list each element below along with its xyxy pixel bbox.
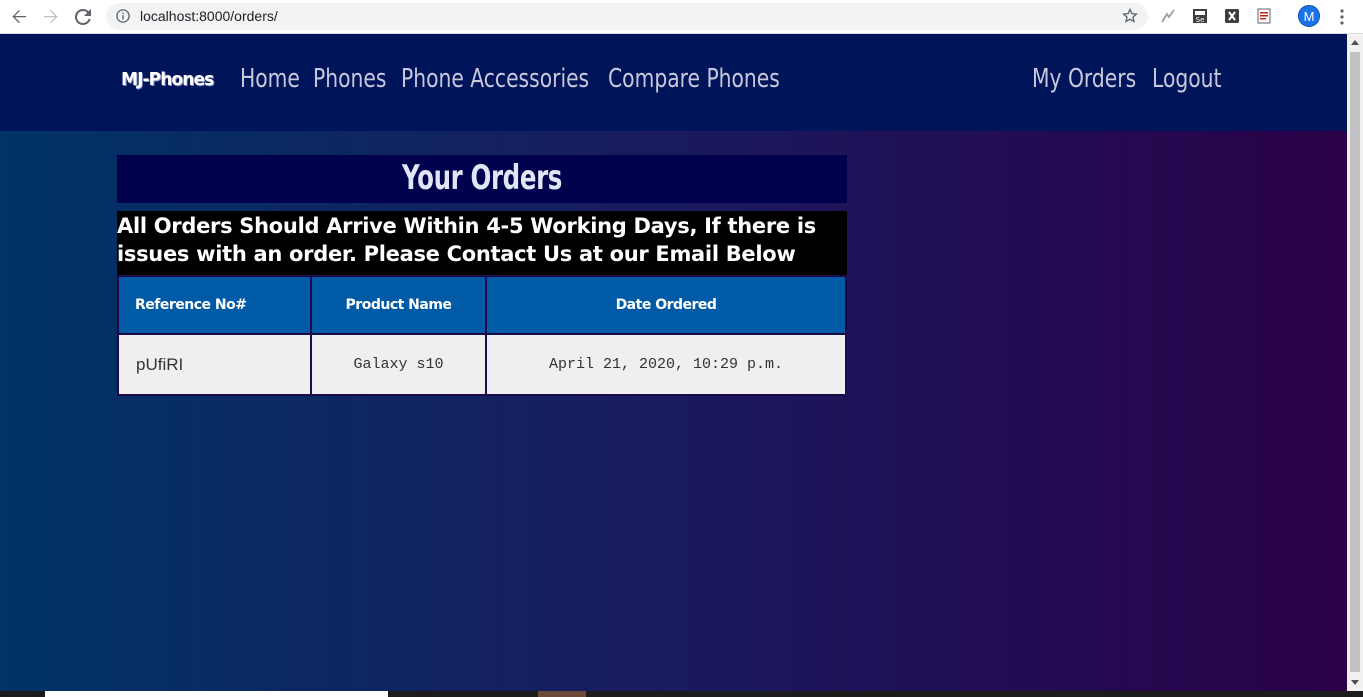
page-title: Your Orders <box>401 158 563 198</box>
orders-table: Reference No# Product Name Date Ordered … <box>117 275 847 396</box>
nav-link-compare-phones[interactable]: Compare Phones <box>608 64 780 94</box>
selenium-extension-icon[interactable]: Se <box>1192 8 1208 24</box>
browser-toolbar: localhost:8000/orders/ Se M <box>0 0 1363 34</box>
column-header-reference: Reference No# <box>117 275 312 335</box>
table-row: pUfiRI Galaxy s10 April 21, 2020, 10:29 … <box>117 333 847 396</box>
order-date: April 21, 2020, 10:29 p.m. <box>485 333 847 396</box>
reload-icon <box>75 9 91 25</box>
taskbar-item[interactable] <box>45 691 388 697</box>
os-taskbar <box>0 691 1363 697</box>
lightning-extension-icon[interactable] <box>1160 8 1176 24</box>
scroll-up-icon[interactable] <box>1351 40 1359 45</box>
scrollbar-thumb[interactable] <box>1350 52 1360 672</box>
back-arrow-icon <box>12 10 26 24</box>
back-button[interactable] <box>7 5 31 29</box>
info-icon[interactable] <box>116 9 130 23</box>
table-header-row: Reference No# Product Name Date Ordered <box>117 275 847 335</box>
svg-text:Se: Se <box>1196 16 1205 24</box>
reload-button[interactable] <box>71 5 95 29</box>
site-navbar: MJ-Phones Home Phones Phone Accessories … <box>0 34 1347 131</box>
page-title-bar: Your Orders <box>117 155 847 203</box>
vertical-scrollbar[interactable] <box>1347 34 1363 691</box>
nav-link-phones[interactable]: Phones <box>313 64 386 94</box>
star-icon[interactable] <box>1122 8 1138 24</box>
brand-logo[interactable]: MJ-Phones <box>121 69 214 90</box>
url-text[interactable]: localhost:8000/orders/ <box>140 8 278 24</box>
pdf-extension-icon[interactable] <box>1256 8 1272 24</box>
delivery-notice: All Orders Should Arrive Within 4-5 Work… <box>117 211 847 275</box>
forward-arrow-icon <box>44 10 58 24</box>
menu-dots-icon[interactable] <box>1334 8 1350 26</box>
column-header-product: Product Name <box>310 275 487 335</box>
nav-link-home[interactable]: Home <box>240 64 300 94</box>
address-bar[interactable]: localhost:8000/orders/ <box>106 3 1148 30</box>
taskbar-item[interactable] <box>538 691 586 697</box>
excel-extension-icon[interactable] <box>1224 8 1240 24</box>
profile-avatar[interactable]: M <box>1298 5 1320 27</box>
nav-link-my-orders[interactable]: My Orders <box>1032 64 1136 94</box>
scroll-down-icon[interactable] <box>1351 680 1359 685</box>
nav-link-phone-accessories[interactable]: Phone Accessories <box>401 64 589 94</box>
forward-button[interactable] <box>39 5 63 29</box>
page-viewport: MJ-Phones Home Phones Phone Accessories … <box>0 34 1347 691</box>
order-product: Galaxy s10 <box>310 333 487 396</box>
column-header-date: Date Ordered <box>485 275 847 335</box>
nav-link-logout[interactable]: Logout <box>1152 64 1221 94</box>
order-reference: pUfiRI <box>117 333 312 396</box>
